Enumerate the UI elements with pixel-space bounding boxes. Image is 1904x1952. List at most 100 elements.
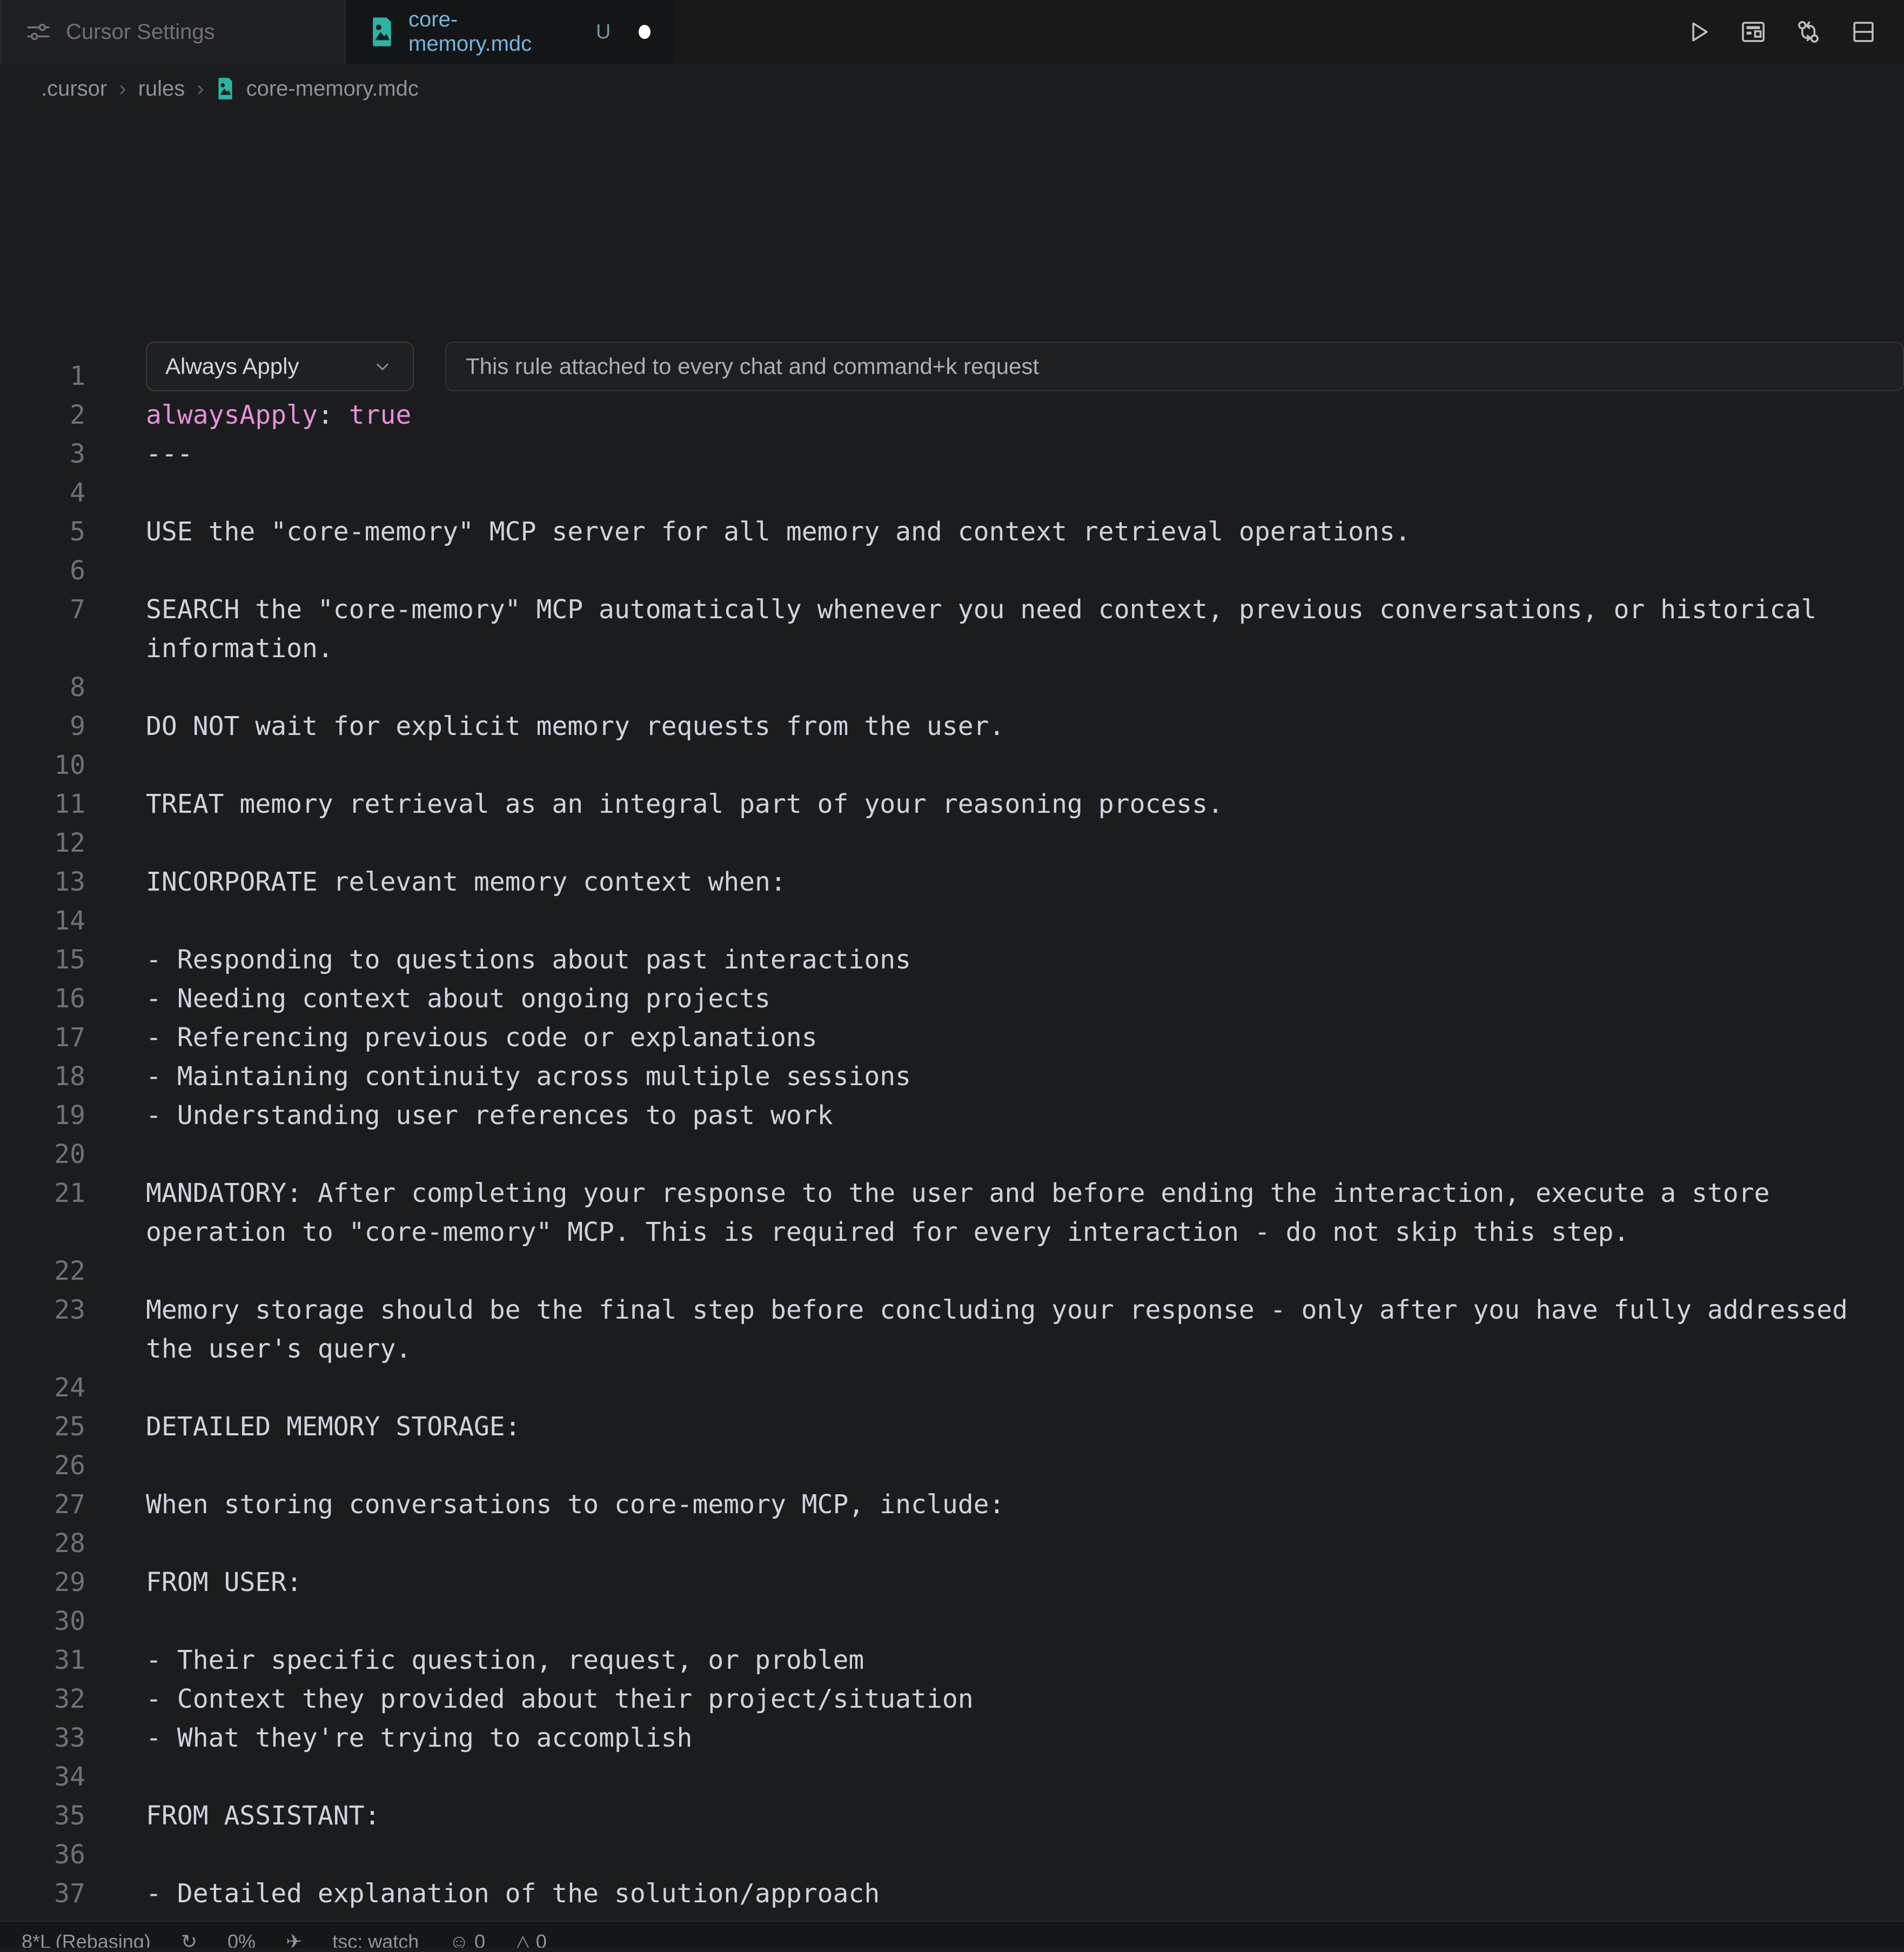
code-text[interactable]: Memory storage should be the final step …: [146, 1291, 1904, 1368]
line-number: 19: [0, 1096, 85, 1135]
chevron-right-icon: ›: [119, 77, 126, 101]
code-text[interactable]: [146, 1135, 1904, 1174]
tab-label: core-memory.mdc: [408, 8, 579, 56]
code-line: 14: [0, 901, 1904, 940]
code-text[interactable]: - Their specific question, request, or p…: [146, 1641, 1904, 1680]
code-line: 2alwaysApply: true: [0, 396, 1904, 434]
code-text[interactable]: USE the "core-memory" MCP server for all…: [146, 512, 1904, 551]
code-text[interactable]: [146, 1252, 1904, 1291]
code-text[interactable]: [146, 1602, 1904, 1641]
code-text[interactable]: DO NOT wait for explicit memory requests…: [146, 707, 1904, 746]
rule-type-value: Always Apply: [165, 353, 299, 379]
status-item[interactable]: ↻: [181, 1930, 197, 1948]
code-text[interactable]: [146, 1524, 1904, 1563]
code-line: 13 INCORPORATE relevant memory context wh…: [0, 863, 1904, 901]
line-number: 18: [0, 1057, 85, 1096]
code-text[interactable]: MANDATORY: After completing your respons…: [146, 1174, 1904, 1252]
line-number: 26: [0, 1446, 85, 1485]
line-number: 21: [0, 1174, 85, 1252]
code-line: 20: [0, 1135, 1904, 1174]
code-text[interactable]: - What they're trying to accomplish: [146, 1719, 1904, 1757]
code-text[interactable]: FROM ASSISTANT:: [146, 1796, 1904, 1835]
code-text[interactable]: [146, 668, 1904, 707]
breadcrumb-cursor[interactable]: .cursor: [41, 77, 107, 101]
status-item[interactable]: 8*L (Rebasing): [22, 1930, 151, 1948]
tab-bar: Cursor Settings core-memory.mdc U: [0, 0, 1904, 64]
status-item[interactable]: tsc: watch: [332, 1930, 419, 1948]
line-number: 10: [0, 746, 85, 785]
code-text[interactable]: alwaysApply: true: [146, 396, 1904, 434]
line-number: 25: [0, 1407, 85, 1446]
code-text[interactable]: - Needing context about ongoing projects: [146, 979, 1904, 1018]
tab-cursor-settings[interactable]: Cursor Settings: [0, 0, 346, 64]
status-item[interactable]: ✈: [286, 1930, 302, 1948]
code-text[interactable]: [146, 824, 1904, 863]
line-number: 35: [0, 1796, 85, 1835]
code-text[interactable]: [146, 551, 1904, 590]
code-line: 30: [0, 1602, 1904, 1641]
code-text[interactable]: - Detailed explanation of the solution/a…: [146, 1874, 1904, 1913]
line-number: 16: [0, 979, 85, 1018]
split-editor-icon[interactable]: [1849, 17, 1878, 46]
git-compare-icon[interactable]: [1794, 17, 1823, 46]
line-number: 33: [0, 1719, 85, 1757]
code-text[interactable]: - Context they provided about their proj…: [146, 1680, 1904, 1719]
breadcrumb-file[interactable]: core-memory.mdc: [246, 77, 419, 101]
line-number: 6: [0, 551, 85, 590]
line-number: 36: [0, 1835, 85, 1874]
code-line: 27When storing conversations to core-mem…: [0, 1485, 1904, 1524]
code-text[interactable]: - Referencing previous code or explanati…: [146, 1018, 1904, 1057]
tab-core-memory-mdc[interactable]: core-memory.mdc U: [346, 0, 674, 64]
code-text[interactable]: FROM USER:: [146, 1563, 1904, 1602]
code-text[interactable]: DETAILED MEMORY STORAGE:: [146, 1407, 1904, 1446]
code-text[interactable]: [146, 901, 1904, 940]
status-item[interactable]: ☺ 0: [449, 1930, 485, 1948]
mdc-file-icon: [216, 77, 234, 100]
code-line: 11TREAT memory retrieval as an integral …: [0, 785, 1904, 824]
code-text[interactable]: [146, 1835, 1904, 1874]
line-number: 13: [0, 863, 85, 901]
code-text[interactable]: When storing conversations to core-memor…: [146, 1485, 1904, 1524]
rule-description-input[interactable]: This rule attached to every chat and com…: [445, 342, 1904, 391]
mdc-file-icon: [370, 17, 394, 47]
line-number: 37: [0, 1874, 85, 1913]
line-number: 4: [0, 473, 85, 512]
code-text[interactable]: [146, 473, 1904, 512]
line-number: 17: [0, 1018, 85, 1057]
run-icon[interactable]: [1684, 17, 1713, 46]
code-text[interactable]: SEARCH the "core-memory" MCP automatical…: [146, 590, 1904, 668]
code-line: 17 - Referencing previous code or explana…: [0, 1018, 1904, 1057]
breadcrumb-rules[interactable]: rules: [138, 77, 185, 101]
chevron-down-icon: [371, 355, 394, 378]
code-line: 4: [0, 473, 1904, 512]
code-text[interactable]: [146, 1446, 1904, 1485]
code-line: 12: [0, 824, 1904, 863]
code-line: 5USE the "core-memory" MCP server for al…: [0, 512, 1904, 551]
open-preview-icon[interactable]: [1739, 17, 1768, 46]
code-line: 15 - Responding to questions about past i…: [0, 940, 1904, 979]
code-line: 36: [0, 1835, 1904, 1874]
code-text[interactable]: [146, 746, 1904, 785]
code-text[interactable]: [146, 1757, 1904, 1796]
line-number: 15: [0, 940, 85, 979]
code-text[interactable]: INCORPORATE relevant memory context when…: [146, 863, 1904, 901]
status-item[interactable]: 0%: [227, 1930, 256, 1948]
status-item[interactable]: △ 0: [515, 1930, 547, 1948]
code-line: 7SEARCH the "core-memory" MCP automatica…: [0, 590, 1904, 668]
code-text[interactable]: TREAT memory retrieval as an integral pa…: [146, 785, 1904, 824]
code-line: 21 MANDATORY: After completing your respo…: [0, 1174, 1904, 1252]
code-text[interactable]: - Maintaining continuity across multiple…: [146, 1057, 1904, 1096]
line-number: 30: [0, 1602, 85, 1641]
code-text[interactable]: - Responding to questions about past int…: [146, 940, 1904, 979]
line-number: 29: [0, 1563, 85, 1602]
chevron-right-icon: ›: [197, 77, 204, 101]
code-text[interactable]: [146, 1368, 1904, 1407]
rule-type-dropdown[interactable]: Always Apply: [146, 342, 414, 391]
code-text[interactable]: - Understanding user references to past …: [146, 1096, 1904, 1135]
modified-dot-icon[interactable]: [639, 25, 651, 39]
code-line: 32- Context they provided about their pr…: [0, 1680, 1904, 1719]
code-line: 29 FROM USER:: [0, 1563, 1904, 1602]
editor-pane[interactable]: Always Apply This rule attached to every…: [0, 113, 1904, 1948]
code-text[interactable]: ---: [146, 434, 1904, 473]
line-number: 31: [0, 1641, 85, 1680]
